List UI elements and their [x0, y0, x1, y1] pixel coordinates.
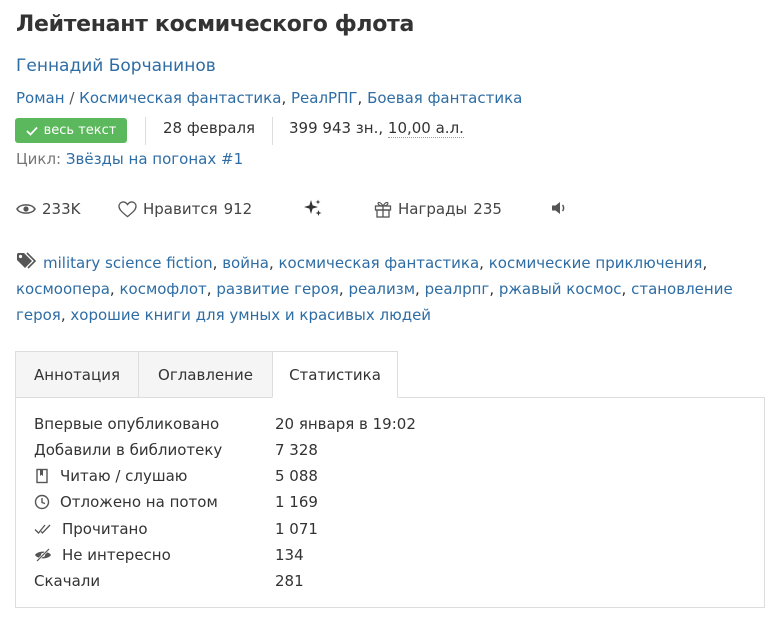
stat-value: 281 [275, 572, 304, 590]
tab-annotation[interactable]: Аннотация [15, 351, 139, 398]
eye-slash-icon [35, 548, 51, 562]
heart-icon [118, 200, 137, 217]
stat-label: Читаю / слушаю [60, 467, 188, 485]
speaker-icon [552, 202, 565, 214]
awards-count: 235 [473, 200, 502, 218]
genre-link-combat-fiction[interactable]: Боевая фантастика [367, 89, 522, 107]
double-check-icon [34, 524, 51, 534]
sparkle-button[interactable] [303, 198, 323, 218]
genre-link-roman[interactable]: Роман [16, 89, 65, 107]
likes-count: 912 [223, 200, 253, 218]
tag-link[interactable]: космическая фантастика [279, 254, 480, 272]
stat-value: 1 071 [275, 520, 318, 538]
tag-link[interactable]: развитие героя [216, 280, 339, 298]
tag-link[interactable]: реалрпг [425, 280, 490, 298]
stat-label: Отложено на потом [60, 493, 218, 511]
publish-date: 28 февраля [163, 119, 256, 137]
clock-icon [34, 494, 50, 510]
tab-statistics[interactable]: Статистика [272, 351, 398, 398]
tab-contents[interactable]: Оглавление [138, 351, 273, 398]
stat-label: Впервые опубликовано [34, 415, 220, 433]
author-link[interactable]: Геннадий Борчанинов [16, 56, 216, 76]
genre-link-space-fiction[interactable]: Космическая фантастика [79, 89, 281, 107]
divider [145, 117, 146, 145]
tag-list: military science fiction, война, космиче… [16, 252, 733, 324]
likes-stat[interactable]: Нравится 912 [118, 200, 252, 218]
size-sheets[interactable]: 10,00 а.л. [387, 119, 464, 138]
stat-value: 7 328 [275, 441, 318, 459]
stat-row-downloads: Скачали [34, 572, 100, 590]
stat-label: Скачали [34, 572, 101, 590]
audio-button[interactable] [551, 200, 569, 216]
size-chars: 399 943 зн., [289, 119, 384, 137]
book-title: Лейтенант космического флота [16, 12, 415, 37]
tag-link[interactable]: реализм [348, 280, 415, 298]
tag-link[interactable]: ржавый космос [499, 280, 622, 298]
cycle-info: Цикл: Звёзды на погонах #1 [16, 150, 243, 168]
stat-value: 20 января в 19:02 [275, 415, 416, 433]
stat-value: 5 088 [275, 467, 318, 485]
stat-row-not-interested: Не интересно [34, 546, 171, 564]
stat-value: 1 169 [275, 493, 318, 511]
book-icon [36, 468, 48, 484]
tag-link[interactable]: космофлот [119, 280, 206, 298]
tag-link[interactable]: космические приключения [489, 254, 703, 272]
genre-list: Роман / Космическая фантастика, РеалРПГ,… [16, 89, 523, 107]
badge-label: весь текст [43, 123, 117, 138]
stat-row-library: Добавили в библиотеку [34, 441, 222, 459]
views-stat: 233K [16, 200, 80, 218]
stat-value: 134 [275, 546, 304, 564]
tag-link[interactable]: космоопера [16, 280, 110, 298]
stat-row-reading: Читаю / слушаю [34, 467, 187, 485]
sparkle-icon [304, 199, 322, 216]
likes-label: Нравится [143, 200, 218, 218]
stat-row-first-published: Впервые опубликовано [34, 415, 219, 433]
divider [272, 117, 273, 145]
gift-icon [374, 201, 392, 218]
genre-separator: / [69, 89, 75, 107]
stat-row-deferred: Отложено на потом [34, 493, 218, 511]
full-text-badge[interactable]: весь текст [15, 118, 127, 143]
views-count: 233K [42, 200, 81, 218]
book-size: 399 943 зн., 10,00 а.л. [289, 119, 464, 138]
genre-link-realrpg[interactable]: РеалРПГ [291, 89, 358, 107]
eye-icon [16, 204, 36, 214]
tag-link[interactable]: война [222, 254, 269, 272]
awards-label: Награды [398, 200, 468, 218]
tag-link[interactable]: хорошие книги для умных и красивых людей [70, 306, 431, 324]
awards-stat[interactable]: Награды 235 [374, 200, 502, 218]
stat-row-finished: Прочитано [34, 520, 148, 538]
cycle-link[interactable]: Звёзды на погонах #1 [66, 150, 243, 168]
stat-label: Добавили в библиотеку [34, 441, 223, 459]
tags-icon [17, 252, 37, 269]
cycle-label: Цикл: [16, 150, 62, 168]
tag-link[interactable]: military science fiction [43, 254, 213, 272]
check-icon [25, 126, 38, 136]
stat-label: Прочитано [62, 520, 148, 538]
stat-label: Не интересно [62, 546, 171, 564]
